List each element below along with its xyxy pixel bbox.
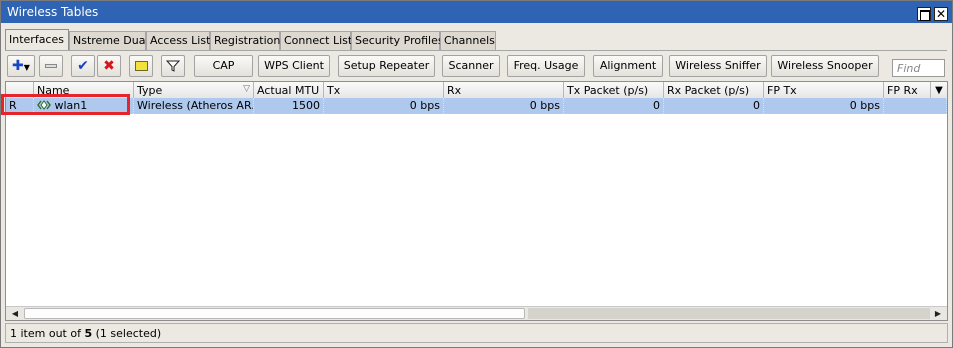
checkmark-icon: ✔ xyxy=(77,58,89,74)
scrollbar-thumb[interactable] xyxy=(24,308,525,319)
chevron-down-icon: ▼ xyxy=(935,85,943,96)
note-icon xyxy=(134,61,148,71)
column-header-actual-mtu[interactable]: Actual MTU xyxy=(254,82,324,99)
scanner-button[interactable]: Scanner xyxy=(442,55,500,77)
wps-client-button[interactable]: WPS Client xyxy=(258,55,330,77)
column-header-name[interactable]: Name xyxy=(34,82,134,99)
tab-divider xyxy=(5,50,947,51)
freq-usage-button[interactable]: Freq. Usage xyxy=(507,55,585,77)
sort-icon: ▽ xyxy=(243,84,250,94)
tab-registration[interactable]: Registration xyxy=(210,31,280,50)
tab-access-list[interactable]: Access List xyxy=(146,31,210,50)
row-tx: 0 bps xyxy=(324,98,444,114)
column-header-tx-packet[interactable]: Tx Packet (p/s) xyxy=(564,82,664,99)
wireless-interface-icon xyxy=(37,100,51,110)
row-name: wlan1 xyxy=(54,99,88,112)
enable-button[interactable]: ✔ xyxy=(71,55,95,77)
tab-channels[interactable]: Channels xyxy=(440,31,496,50)
column-header-rx[interactable]: Rx xyxy=(444,82,564,99)
row-fp-rx xyxy=(884,98,947,114)
funnel-icon xyxy=(165,60,181,72)
alignment-button[interactable]: Alignment xyxy=(593,55,663,77)
status-total: 5 xyxy=(84,327,93,340)
disable-button[interactable]: ✖ xyxy=(97,55,121,77)
tab-interfaces[interactable]: Interfaces xyxy=(5,29,69,51)
title-bar[interactable]: Wireless Tables ✕ xyxy=(1,1,952,23)
find-input[interactable]: Find xyxy=(892,59,945,77)
column-header-type-label: Type xyxy=(137,84,163,97)
scrollbar-track[interactable] xyxy=(528,308,930,319)
minus-icon xyxy=(45,64,57,68)
scroll-left-icon[interactable]: ◀ xyxy=(8,307,22,321)
table-row[interactable]: R wlan1 Wireless (Atheros AR... 1500 0 b… xyxy=(6,98,947,114)
scroll-right-icon[interactable]: ▶ xyxy=(931,307,945,321)
column-header-tx[interactable]: Tx xyxy=(324,82,444,99)
row-fp-tx: 0 bps xyxy=(764,98,884,114)
row-name-cell: wlan1 xyxy=(34,98,134,114)
row-flag: R xyxy=(6,98,34,114)
remove-button[interactable] xyxy=(39,55,63,77)
tab-nstreme-dual[interactable]: Nstreme Dual xyxy=(69,31,149,50)
status-prefix: 1 item out of xyxy=(10,327,85,340)
wireless-sniffer-button[interactable]: Wireless Sniffer xyxy=(669,55,767,77)
column-header-type[interactable]: Type ▽ xyxy=(134,82,254,99)
row-actual-mtu: 1500 xyxy=(254,98,324,114)
comment-button[interactable] xyxy=(129,55,153,77)
wireless-snooper-button[interactable]: Wireless Snooper xyxy=(771,55,879,77)
column-header-flags[interactable] xyxy=(6,82,34,99)
setup-repeater-button[interactable]: Setup Repeater xyxy=(338,55,435,77)
interfaces-table: Name Type ▽ Actual MTU Tx Rx Tx Packet (… xyxy=(5,81,948,321)
window-title: Wireless Tables xyxy=(7,5,99,19)
filter-button[interactable] xyxy=(161,55,185,77)
close-button[interactable]: ✕ xyxy=(934,7,948,21)
x-icon: ✖ xyxy=(103,58,115,74)
row-rx: 0 bps xyxy=(444,98,564,114)
add-button[interactable]: ✚▼ xyxy=(7,55,35,77)
row-tx-packet: 0 xyxy=(564,98,664,114)
plus-icon: ✚ xyxy=(12,58,24,74)
status-bar: 1 item out of 5 (1 selected) xyxy=(5,323,948,343)
horizontal-scrollbar[interactable]: ◀ ▶ xyxy=(6,306,947,320)
column-header-rx-packet[interactable]: Rx Packet (p/s) xyxy=(664,82,764,99)
tab-security-profiles[interactable]: Security Profiles xyxy=(351,31,444,50)
maximize-button[interactable] xyxy=(917,7,931,21)
columns-menu-button[interactable]: ▼ xyxy=(931,82,947,99)
chevron-down-icon: ▼ xyxy=(23,63,30,72)
row-rx-packet: 0 xyxy=(664,98,764,114)
cap-button[interactable]: CAP xyxy=(194,55,253,77)
status-suffix: (1 selected) xyxy=(92,327,162,340)
row-type: Wireless (Atheros AR... xyxy=(134,98,254,114)
column-header-fp-tx[interactable]: FP Tx xyxy=(764,82,884,99)
tab-connect-list[interactable]: Connect List xyxy=(280,31,352,50)
close-icon: ✕ xyxy=(935,7,947,21)
tab-bar: Interfaces Nstreme Dual Access List Regi… xyxy=(5,29,945,51)
column-header-fp-rx[interactable]: FP Rx xyxy=(884,82,931,99)
wireless-tables-window: Wireless Tables ✕ Interfaces Nstreme Dua… xyxy=(0,0,953,348)
